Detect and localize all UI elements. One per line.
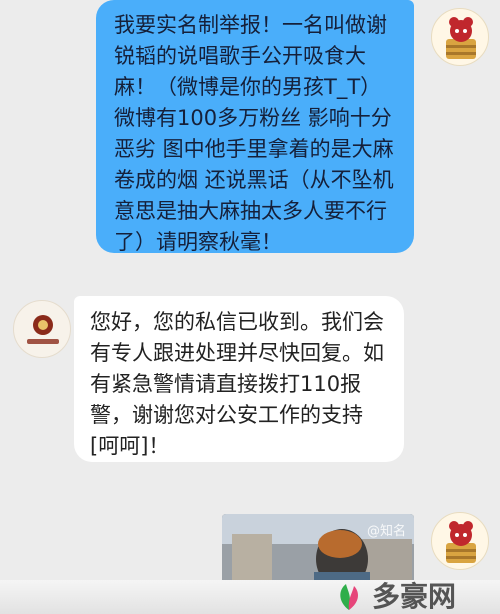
watermark-text: 多豪网 xyxy=(372,580,457,613)
message-outgoing-1: 我要实名制举报！一名叫做谢锐韬的说唱歌手公开吸食大麻！（微博是你的男孩T_T）微… xyxy=(0,0,500,255)
message-bubble-outgoing[interactable]: 我要实名制举报！一名叫做谢锐韬的说唱歌手公开吸食大麻！（微博是你的男孩T_T）微… xyxy=(96,0,414,254)
message-bubble-incoming[interactable]: 您好，您的私信已收到。我们会有专人跟进处理并尽快回复。如有紧急警情请直接拨打11… xyxy=(74,296,404,462)
message-incoming-1: 您好，您的私信已收到。我们会有专人跟进处理并尽快回复。如有紧急警情请直接拨打11… xyxy=(0,290,500,470)
cartoon-figure-avatar-icon xyxy=(446,17,476,59)
cartoon-figure-avatar-icon xyxy=(446,521,476,563)
image-overlay-text: @知名 xyxy=(366,524,406,539)
watermark: 多豪网 xyxy=(332,580,500,614)
police-avatar[interactable] xyxy=(13,300,71,358)
leaf-logo-icon xyxy=(340,584,359,610)
police-badge-avatar-icon xyxy=(27,315,59,344)
user-avatar[interactable] xyxy=(431,512,489,570)
user-avatar[interactable] xyxy=(431,8,489,66)
